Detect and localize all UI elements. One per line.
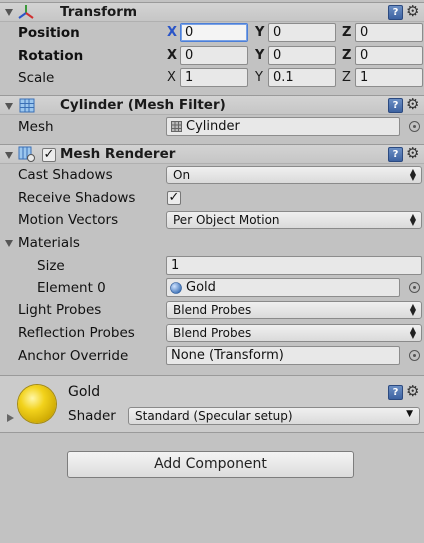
transform-gear-icon[interactable]: ⚙ xyxy=(406,4,419,19)
anchor-override-picker-target-icon[interactable] xyxy=(409,350,420,361)
position-z-axis[interactable]: Z xyxy=(342,25,351,40)
scale-label: Scale xyxy=(18,70,55,86)
scale-y-axis[interactable]: Y xyxy=(255,70,263,85)
scale-z-field[interactable]: 1 xyxy=(355,68,423,87)
dropdown-arrow-icon: ▲ ▼ xyxy=(409,325,416,340)
rotation-label: Rotation xyxy=(18,48,84,64)
transform-foldout-arrow[interactable] xyxy=(5,9,13,16)
light-probes-label: Light Probes xyxy=(18,302,102,318)
element0-label: Element 0 xyxy=(37,280,106,296)
rotation-z-field[interactable]: 0 xyxy=(355,46,423,65)
rotation-x-field[interactable]: 0 xyxy=(180,46,248,65)
cast-shadows-dropdown[interactable]: On ▲ ▼ xyxy=(166,166,422,184)
size-field[interactable]: 1 xyxy=(166,256,422,275)
material-help-icon[interactable]: ? xyxy=(388,385,403,400)
shader-label: Shader xyxy=(68,408,116,424)
light-probes-value: Blend Probes xyxy=(173,303,252,317)
motion-vectors-label: Motion Vectors xyxy=(18,212,119,228)
rotation-y-field[interactable]: 0 xyxy=(268,46,336,65)
mesh-grid-icon xyxy=(171,121,182,132)
mesh-value: Cylinder xyxy=(186,119,240,134)
position-y-field[interactable]: 0 xyxy=(268,23,336,42)
transform-icon xyxy=(18,5,34,19)
grid-mesh-icon xyxy=(19,98,35,113)
chevron-down-icon: ▼ xyxy=(406,409,413,419)
scale-z-axis[interactable]: Z xyxy=(342,70,351,85)
scale-x-field[interactable]: 1 xyxy=(180,68,248,87)
dropdown-arrow-icon: ▲ ▼ xyxy=(409,212,416,227)
light-probes-dropdown[interactable]: Blend Probes ▲ ▼ xyxy=(166,301,422,319)
mesh-renderer-foldout-arrow[interactable] xyxy=(5,152,13,159)
material-name: Gold xyxy=(68,384,101,400)
position-x-field[interactable]: 0 xyxy=(180,23,248,42)
mesh-filter-foldout-arrow[interactable] xyxy=(5,103,13,110)
material-foldout-arrow[interactable] xyxy=(7,414,14,422)
rotation-x-axis[interactable]: X xyxy=(167,48,177,63)
transform-title: Transform xyxy=(60,4,138,20)
cast-shadows-label: Cast Shadows xyxy=(18,167,113,183)
transform-help-icon[interactable]: ? xyxy=(388,5,403,20)
dropdown-arrow-icon: ▲ ▼ xyxy=(409,302,416,317)
size-label: Size xyxy=(37,258,65,274)
mesh-label: Mesh xyxy=(18,119,54,135)
receive-shadows-checkbox[interactable]: ✓ xyxy=(167,191,181,205)
position-label: Position xyxy=(18,25,80,41)
cast-shadows-value: On xyxy=(173,168,191,182)
element0-picker-target-icon[interactable] xyxy=(409,282,420,293)
mesh-renderer-title: Mesh Renderer xyxy=(60,146,176,162)
mesh-renderer-help-icon[interactable]: ? xyxy=(388,147,403,162)
reflection-probes-label: Reflection Probes xyxy=(18,325,135,341)
materials-label[interactable]: Materials xyxy=(18,235,80,251)
position-x-axis[interactable]: X xyxy=(167,25,177,40)
rotation-y-axis[interactable]: Y xyxy=(255,48,264,63)
reflection-probes-dropdown[interactable]: Blend Probes ▲ ▼ xyxy=(166,324,422,342)
receive-shadows-label: Receive Shadows xyxy=(18,190,136,206)
shader-dropdown[interactable]: Standard (Specular setup) ▼ xyxy=(128,407,420,425)
position-z-field[interactable]: 0 xyxy=(355,23,423,42)
mesh-renderer-icon xyxy=(18,146,35,162)
motion-vectors-value: Per Object Motion xyxy=(173,213,280,227)
anchor-override-label: Anchor Override xyxy=(18,348,129,364)
mesh-filter-help-icon[interactable]: ? xyxy=(388,98,403,113)
scale-y-field[interactable]: 0.1 xyxy=(268,68,336,87)
material-preview-sphere[interactable] xyxy=(18,385,56,423)
mesh-renderer-enabled-checkbox[interactable]: ✓ xyxy=(42,148,56,162)
mesh-object-field[interactable]: Cylinder xyxy=(166,117,400,136)
anchor-override-field[interactable]: None (Transform) xyxy=(166,346,400,365)
materials-foldout-arrow[interactable] xyxy=(5,240,13,247)
scale-x-axis[interactable]: X xyxy=(167,70,176,85)
material-sphere-icon xyxy=(170,282,182,294)
mesh-renderer-gear-icon[interactable]: ⚙ xyxy=(406,146,419,161)
shader-value: Standard (Specular setup) xyxy=(135,409,293,423)
mesh-picker-target-icon[interactable] xyxy=(409,121,420,132)
mesh-filter-title: Cylinder (Mesh Filter) xyxy=(60,97,226,113)
element0-object-field[interactable]: Gold xyxy=(166,278,400,297)
add-component-button[interactable]: Add Component xyxy=(67,451,354,478)
material-gear-icon[interactable]: ⚙ xyxy=(406,384,419,399)
position-y-axis[interactable]: Y xyxy=(255,25,264,40)
dropdown-arrow-icon: ▲ ▼ xyxy=(409,167,416,182)
rotation-z-axis[interactable]: Z xyxy=(342,48,351,63)
bottom-separator xyxy=(0,432,424,433)
mesh-filter-gear-icon[interactable]: ⚙ xyxy=(406,97,419,112)
reflection-probes-value: Blend Probes xyxy=(173,326,252,340)
motion-vectors-dropdown[interactable]: Per Object Motion ▲ ▼ xyxy=(166,211,422,229)
element0-value: Gold xyxy=(186,280,216,295)
